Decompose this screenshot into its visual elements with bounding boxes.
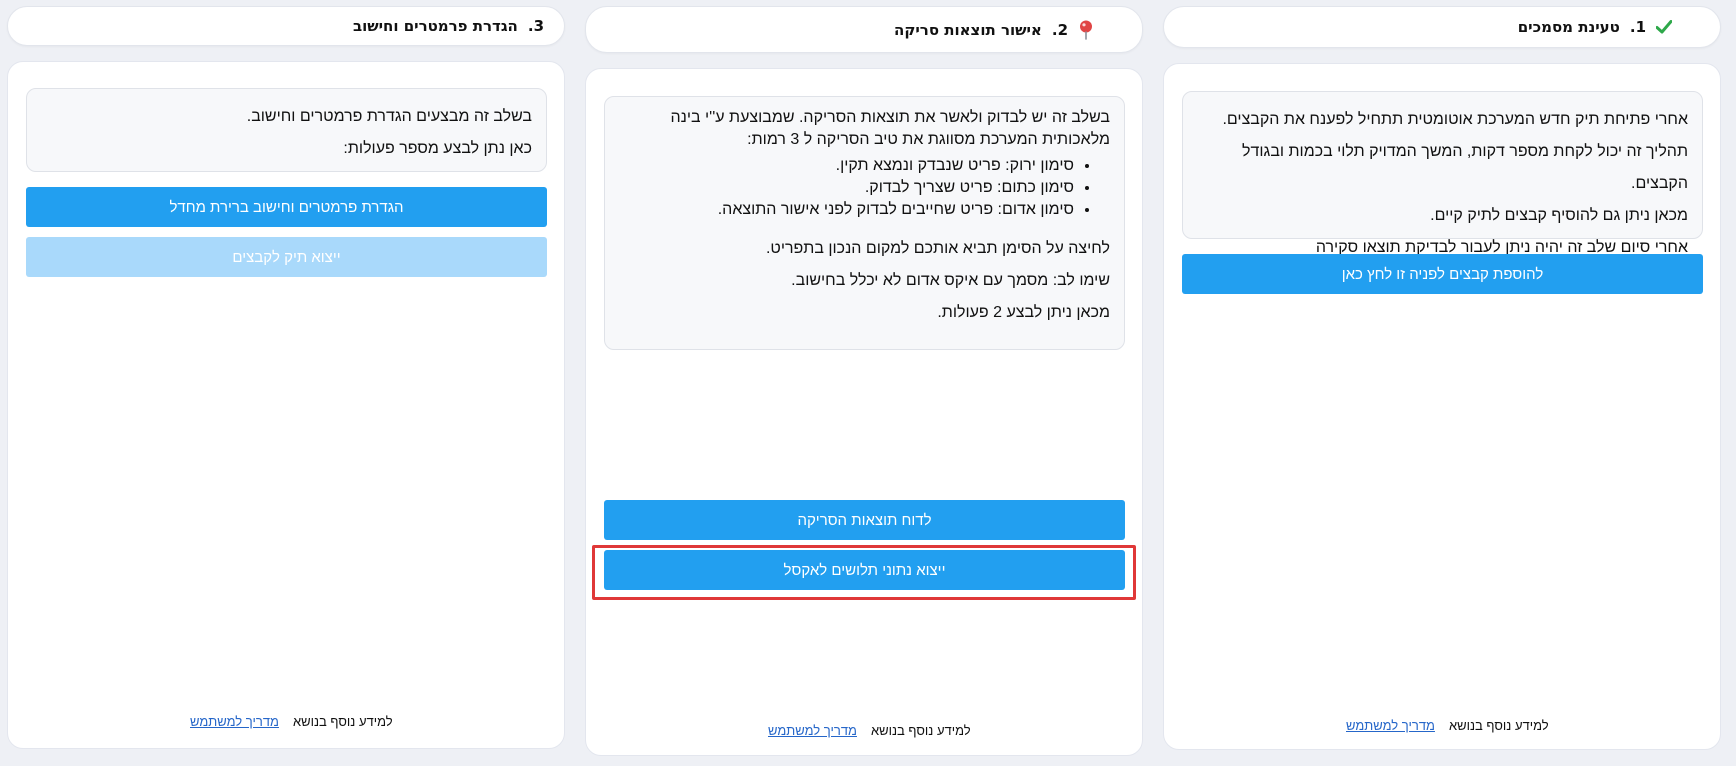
step-1-title: טעינת מסמכים (1517, 18, 1620, 36)
step-1-footer-text: למידע נוסף בנושא (1448, 718, 1549, 733)
step-1-user-guide-link[interactable]: מדריך למשתמש (1346, 718, 1435, 733)
step-3-header[interactable]: 3. הגדרת פרמטרים וחישוב (7, 6, 565, 46)
step-2-bullet-list: סימון ירוק: פריט שנבדק ונמצא תקין. סימון… (619, 155, 1110, 221)
bullet-orange: סימון כתום: פריט שצריך לבדוק. (619, 177, 1074, 199)
map-pin-icon (1076, 19, 1096, 41)
step-2-header[interactable]: 2. אישור תוצאות סריקה (585, 6, 1143, 53)
bullet-red: סימון אדום: פריט שחייבים לבדוק לפני אישו… (619, 199, 1074, 221)
highlight-frame (592, 545, 1136, 600)
step-3-title: הגדרת פרמטרים וחישוב (352, 17, 518, 35)
step-2-note-2: שימו לב: מסמך עם איקס אדום לא יכלל בחישו… (791, 272, 1110, 289)
scan-report-button[interactable]: לדוח תוצאות הסריקה (604, 500, 1125, 540)
step-2-number: 2. (1051, 20, 1068, 39)
step-3-number: 3. (527, 17, 544, 35)
step-2-note-1: לחיצה על הסימן תביא אותכם למקום הנכון בת… (765, 240, 1110, 257)
step-2-user-guide-link[interactable]: מדריך למשתמש (768, 723, 857, 738)
step-1-info-line-1: אחרי פתיחת תיק חדש המערכת אוטומטית תתחיל… (1222, 111, 1688, 128)
step-1-footer: למידע נוסף בנושא מדריך למשתמש (1346, 718, 1549, 733)
step-1-info-box: אחרי פתיחת תיק חדש המערכת אוטומטית תתחיל… (1182, 91, 1703, 256)
step-1-info-line-3: מכאן ניתן גם להוסיף קבצים לתיק קיים. (1430, 207, 1688, 224)
default-parameters-calc-button[interactable]: הגדרת פרמטרים וחישוב ברירת מחדל (26, 187, 547, 227)
step-3-info-line-1: בשלב זה מבצעים הגדרת פרמטרים וחישוב. (246, 108, 532, 125)
step-3-user-guide-link[interactable]: מדריך למשתמש (190, 714, 279, 729)
step-3-panel: בשלב זה מבצעים הגדרת פרמטרים וחישוב. כאן… (7, 61, 565, 749)
export-case-files-button[interactable]: ייצוא תיק לקבצים (26, 237, 547, 277)
bullet-green: סימון ירוק: פריט שנבדק ונמצא תקין. (619, 155, 1074, 177)
step-2-panel: בשלב זה יש לבדוק ולאשר את תוצאות הסריקה.… (585, 68, 1143, 756)
step-2-info-box: בשלב זה יש לבדוק ולאשר את תוצאות הסריקה.… (604, 96, 1125, 350)
step-3-footer: למידע נוסף בנושא מדריך למשתמש (190, 714, 393, 729)
step-3-info-box: בשלב זה מבצעים הגדרת פרמטרים וחישוב. כאן… (26, 88, 547, 172)
step-2-footer: למידע נוסף בנושא מדריך למשתמש (768, 723, 971, 738)
step-1-info-line-2: תהליך זה יכול לקחת מספר דקות, המשך המדוי… (1242, 143, 1688, 192)
step-3-footer-text: למידע נוסף בנושא (292, 714, 393, 729)
step-2-intro: בשלב זה יש לבדוק ולאשר את תוצאות הסריקה.… (670, 109, 1110, 148)
add-files-button[interactable]: להוספת קבצים לפניה זו לחץ כאן (1182, 254, 1703, 294)
step-1-number: 1. (1629, 18, 1646, 36)
step-3-info-line-2: כאן נתן לבצע מספר פעולות: (343, 140, 532, 157)
check-icon (1654, 16, 1674, 38)
step-2-footer-text: למידע נוסף בנושא (870, 723, 971, 738)
step-1-panel: אחרי פתיחת תיק חדש המערכת אוטומטית תתחיל… (1163, 63, 1721, 750)
step-2-note-3: מכאן ניתן לבצע 2 פעולות. (937, 304, 1110, 321)
step-2-title: אישור תוצאות סריקה (894, 20, 1042, 39)
step-1-header[interactable]: 1. טעינת מסמכים (1163, 6, 1721, 48)
workflow-stage: 1. טעינת מסמכים אחרי פתיחת תיק חדש המערכ… (0, 0, 1736, 766)
